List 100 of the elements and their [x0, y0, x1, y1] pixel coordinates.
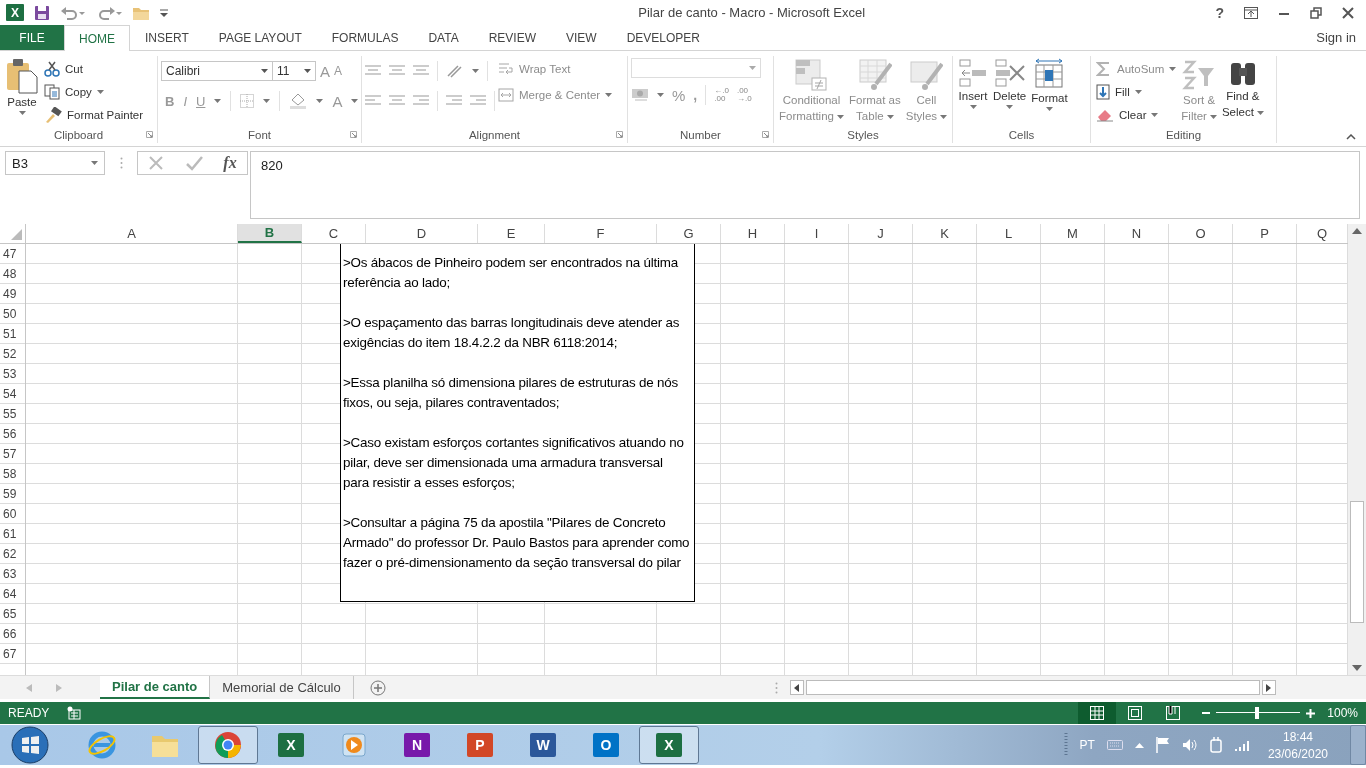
select-all-icon[interactable]: [11, 229, 22, 240]
fill-button[interactable]: Fill: [1094, 81, 1179, 103]
row-header[interactable]: 64: [0, 584, 25, 604]
align-middle-icon[interactable]: [389, 64, 405, 78]
increase-indent-icon[interactable]: [470, 94, 486, 108]
scroll-down-icon[interactable]: [1351, 663, 1363, 673]
ribbon-tab[interactable]: DATA: [413, 25, 474, 50]
folder-icon[interactable]: [132, 5, 150, 20]
collapse-ribbon-icon[interactable]: [1346, 134, 1356, 140]
borders-icon[interactable]: [240, 94, 255, 108]
number-format-field[interactable]: [631, 58, 761, 78]
row-header[interactable]: 57: [0, 444, 25, 464]
insert-function-button[interactable]: fx: [223, 154, 237, 172]
column-header[interactable]: F: [545, 224, 657, 243]
next-sheet-icon[interactable]: [56, 683, 62, 692]
column-header[interactable]: I: [785, 224, 849, 243]
ribbon-tab[interactable]: DEVELOPER: [611, 25, 715, 50]
paste-button[interactable]: Paste: [3, 56, 41, 126]
align-top-icon[interactable]: [365, 64, 381, 78]
taskbar-app[interactable]: W: [513, 726, 573, 764]
sign-in-link[interactable]: Sign in: [1316, 25, 1366, 50]
format-button[interactable]: Format: [1029, 56, 1070, 126]
column-header[interactable]: O: [1169, 224, 1233, 243]
normal-view-button[interactable]: [1078, 702, 1117, 724]
decrease-decimal-button[interactable]: .00 →.0: [736, 87, 752, 103]
dialog-launcher-icon[interactable]: [146, 131, 153, 138]
speaker-icon[interactable]: [1181, 738, 1198, 752]
column-header[interactable]: B: [238, 224, 302, 243]
align-bottom-icon[interactable]: [413, 64, 429, 78]
column-header[interactable]: N: [1105, 224, 1169, 243]
taskbar-app[interactable]: O: [576, 726, 636, 764]
show-hidden-icon[interactable]: [1134, 742, 1144, 748]
undo-icon[interactable]: [60, 5, 86, 20]
ribbon-tab[interactable]: HOME: [64, 25, 130, 51]
row-header[interactable]: 51: [0, 324, 25, 344]
add-sheet-icon[interactable]: [369, 679, 386, 696]
column-header[interactable]: J: [849, 224, 913, 243]
fill-color-icon[interactable]: [289, 93, 308, 109]
zoom-level[interactable]: 100%: [1327, 706, 1358, 720]
delete-button[interactable]: Delete: [991, 56, 1029, 126]
clear-button[interactable]: Clear: [1094, 104, 1179, 126]
ribbon-tab[interactable]: PAGE LAYOUT: [203, 25, 317, 50]
row-header[interactable]: 48: [0, 264, 25, 284]
show-desktop-button[interactable]: [1350, 725, 1366, 765]
keyboard-icon[interactable]: [1106, 740, 1123, 750]
power-plug-icon[interactable]: [1209, 737, 1222, 753]
row-header[interactable]: 66: [0, 624, 25, 644]
row-header[interactable]: 58: [0, 464, 25, 484]
sheet-tab[interactable]: Pilar de canto: [100, 676, 211, 699]
column-header[interactable]: C: [302, 224, 366, 243]
ribbon-tab[interactable]: INSERT: [130, 25, 204, 50]
row-header[interactable]: 47: [0, 244, 25, 264]
row-header[interactable]: 63: [0, 564, 25, 584]
scroll-left-button[interactable]: [789, 680, 804, 695]
zoom-out-icon[interactable]: [1202, 709, 1211, 717]
cancel-icon[interactable]: [148, 155, 165, 171]
cut-button[interactable]: Cut: [42, 58, 146, 80]
row-header[interactable]: 60: [0, 504, 25, 524]
name-box[interactable]: B3: [5, 151, 105, 175]
font-size-field[interactable]: 11: [272, 61, 316, 81]
copy-button[interactable]: Copy: [42, 81, 146, 103]
start-button-icon[interactable]: [10, 725, 50, 765]
ribbon-tab[interactable]: FILE: [0, 25, 64, 50]
column-header[interactable]: E: [478, 224, 545, 243]
row-header[interactable]: 62: [0, 544, 25, 564]
column-header[interactable]: H: [721, 224, 785, 243]
align-left-icon[interactable]: [365, 94, 381, 108]
format-painter-button[interactable]: Format Painter: [42, 104, 146, 126]
column-header[interactable]: D: [366, 224, 478, 243]
signal-icon[interactable]: [1233, 739, 1250, 751]
restore-icon[interactable]: [1310, 6, 1322, 19]
taskbar-app[interactable]: P: [450, 726, 510, 764]
column-header[interactable]: P: [1233, 224, 1297, 243]
taskbar-app[interactable]: X: [639, 726, 699, 764]
align-right-icon[interactable]: [413, 94, 429, 108]
zoom-slider-thumb[interactable]: [1254, 707, 1259, 719]
column-header[interactable]: G: [657, 224, 721, 243]
row-header[interactable]: 49: [0, 284, 25, 304]
customize-icon[interactable]: [160, 8, 168, 17]
save-icon[interactable]: [34, 4, 50, 21]
formula-field[interactable]: 820: [250, 151, 1360, 219]
redo-icon[interactable]: [96, 5, 122, 20]
row-header[interactable]: 59: [0, 484, 25, 504]
horizontal-scrollbar[interactable]: [805, 680, 1260, 695]
find-button[interactable]: Find & Select: [1219, 56, 1266, 126]
dialog-launcher-icon[interactable]: [350, 131, 357, 138]
row-header[interactable]: 53: [0, 364, 25, 384]
flag-icon[interactable]: [1155, 737, 1170, 753]
taskbar-app[interactable]: X: [261, 726, 321, 764]
scroll-thumb[interactable]: [1350, 501, 1364, 623]
row-header[interactable]: 52: [0, 344, 25, 364]
dialog-launcher-icon[interactable]: [762, 131, 769, 138]
row-header[interactable]: 54: [0, 384, 25, 404]
help-button[interactable]: ?: [1215, 4, 1224, 21]
taskbar-app[interactable]: N: [387, 726, 447, 764]
row-header[interactable]: 55: [0, 404, 25, 424]
ribbon-display-icon[interactable]: [1244, 6, 1258, 19]
row-header[interactable]: 67: [0, 644, 25, 664]
row-header[interactable]: 50: [0, 304, 25, 324]
zoom-in-icon[interactable]: [1306, 708, 1316, 718]
